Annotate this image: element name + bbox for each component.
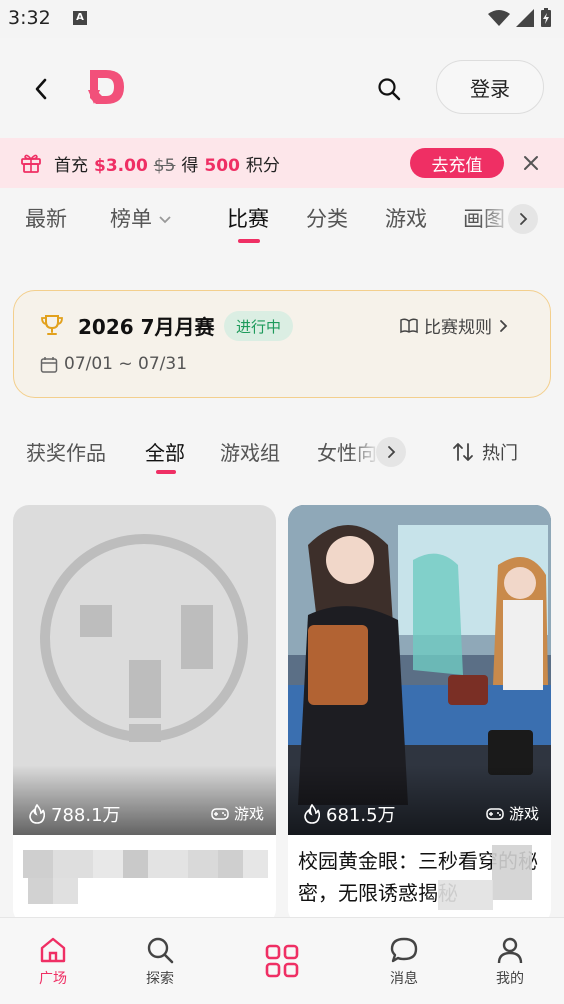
tab-categories[interactable]: 分类 <box>306 203 348 233</box>
subtab-game-group[interactable]: 游戏组 <box>220 437 280 466</box>
work-card[interactable]: 788.1万 游戏 <box>13 505 276 925</box>
nav-label: 探索 <box>146 971 174 987</box>
tab-games[interactable]: 游戏 <box>385 203 427 233</box>
home-icon <box>40 937 66 963</box>
promo-close-button[interactable] <box>519 151 543 175</box>
calendar-icon <box>40 357 58 373</box>
subtabs-more-button[interactable] <box>376 437 406 467</box>
card-views: 681.5万 <box>304 801 396 827</box>
close-icon <box>524 156 538 170</box>
promo-text: 首充 $3.00 $5 得 500 积分 <box>54 151 280 176</box>
nav-label: 我的 <box>496 971 524 987</box>
tab-rankings[interactable]: 榜单 <box>110 203 172 233</box>
nav-label: 消息 <box>390 971 418 987</box>
promo-price: $3.00 <box>94 156 148 176</box>
book-icon <box>400 317 418 333</box>
contest-card[interactable]: 2026 7月月赛 进行中 比赛规则 07/01 ~ 07/31 <box>13 290 551 398</box>
status-badge: 进行中 <box>224 311 294 341</box>
fire-icon <box>304 804 320 824</box>
gamepad-icon <box>486 807 504 820</box>
views-count: 788.1万 <box>51 805 121 826</box>
rules-label: 比赛规则 <box>424 318 492 338</box>
recharge-button[interactable]: 去充值 <box>410 148 504 178</box>
a-icon: A <box>73 11 87 25</box>
card-type: 游戏 <box>486 803 539 824</box>
status-time: 3:32 <box>8 7 51 29</box>
contest-title: 2026 7月月赛 <box>78 315 215 339</box>
user-icon <box>497 937 523 964</box>
card-views: 788.1万 <box>29 801 121 827</box>
tabs-more-button[interactable] <box>508 204 538 234</box>
sort-label: 热门 <box>482 443 518 464</box>
type-label: 游戏 <box>508 805 539 823</box>
chevron-down-icon <box>159 216 171 224</box>
sort-button[interactable]: 热门 <box>452 439 518 465</box>
back-button[interactable] <box>24 72 58 106</box>
app-logo <box>88 70 124 104</box>
message-icon <box>390 937 418 963</box>
status-bar: 3:32 A <box>0 0 564 38</box>
views-count: 681.5万 <box>326 805 396 826</box>
nav-messages[interactable]: 消息 <box>364 936 444 988</box>
type-label: 游戏 <box>233 805 264 823</box>
blur-overlay <box>492 845 532 900</box>
gamepad-icon <box>211 807 229 820</box>
chevron-right-icon <box>388 446 396 458</box>
main-tabs: 最新 榜单 比赛 分类 游戏 画图 <box>0 195 564 255</box>
wifi-icon <box>488 10 510 26</box>
promo-points-value: 500 <box>204 156 240 176</box>
header: 登录 <box>0 38 564 138</box>
promo-get: 得 <box>181 156 199 176</box>
active-tab-indicator <box>238 239 260 243</box>
promo-points-unit: 积分 <box>245 156 280 176</box>
nav-explore[interactable]: 探索 <box>120 936 200 988</box>
promo-banner: 首充 $3.00 $5 得 500 积分 去充值 <box>0 138 564 188</box>
status-icons <box>488 8 552 28</box>
search-button[interactable] <box>372 72 406 106</box>
subtab-all[interactable]: 全部 <box>145 437 185 466</box>
battery-icon <box>541 8 551 27</box>
tab-latest[interactable]: 最新 <box>25 203 67 233</box>
active-subtab-indicator <box>156 470 176 474</box>
search-icon <box>147 937 174 964</box>
nav-me[interactable]: 我的 <box>470 936 550 988</box>
nav-label: 广场 <box>39 971 67 987</box>
fire-icon <box>29 804 45 824</box>
tab-contest[interactable]: 比赛 <box>227 203 269 233</box>
promo-original-price: $5 <box>153 156 176 176</box>
nav-create[interactable] <box>242 944 322 978</box>
bottom-nav: 广场 探索 消息 我的 <box>0 917 564 1004</box>
tab-rankings-label: 榜单 <box>110 207 152 231</box>
login-button[interactable]: 登录 <box>436 60 544 114</box>
gift-icon <box>21 154 41 173</box>
nav-square[interactable]: 广场 <box>13 936 93 988</box>
chevron-left-icon <box>35 78 47 100</box>
search-icon <box>378 78 401 101</box>
trophy-icon <box>41 315 63 335</box>
chevron-right-icon <box>500 319 508 332</box>
signal-icon <box>516 9 534 27</box>
contest-rules-link[interactable]: 比赛规则 <box>400 313 508 338</box>
promo-prefix: 首充 <box>54 156 88 176</box>
sub-tabs: 获奖作品 全部 游戏组 女性向 热门 <box>0 425 564 481</box>
card-image-placeholder <box>13 505 276 835</box>
contest-dates: 07/01 ~ 07/31 <box>64 354 188 374</box>
blur-overlay <box>438 880 493 910</box>
sort-icon <box>453 443 473 461</box>
grid-icon <box>265 944 299 978</box>
card-type: 游戏 <box>211 803 264 824</box>
work-card[interactable]: 681.5万 游戏 校园黄金眼：三秒看穿的秘密，无限诱惑揭秘 <box>288 505 551 925</box>
chevron-right-icon <box>520 213 528 225</box>
subtab-awarded[interactable]: 获奖作品 <box>26 437 106 466</box>
